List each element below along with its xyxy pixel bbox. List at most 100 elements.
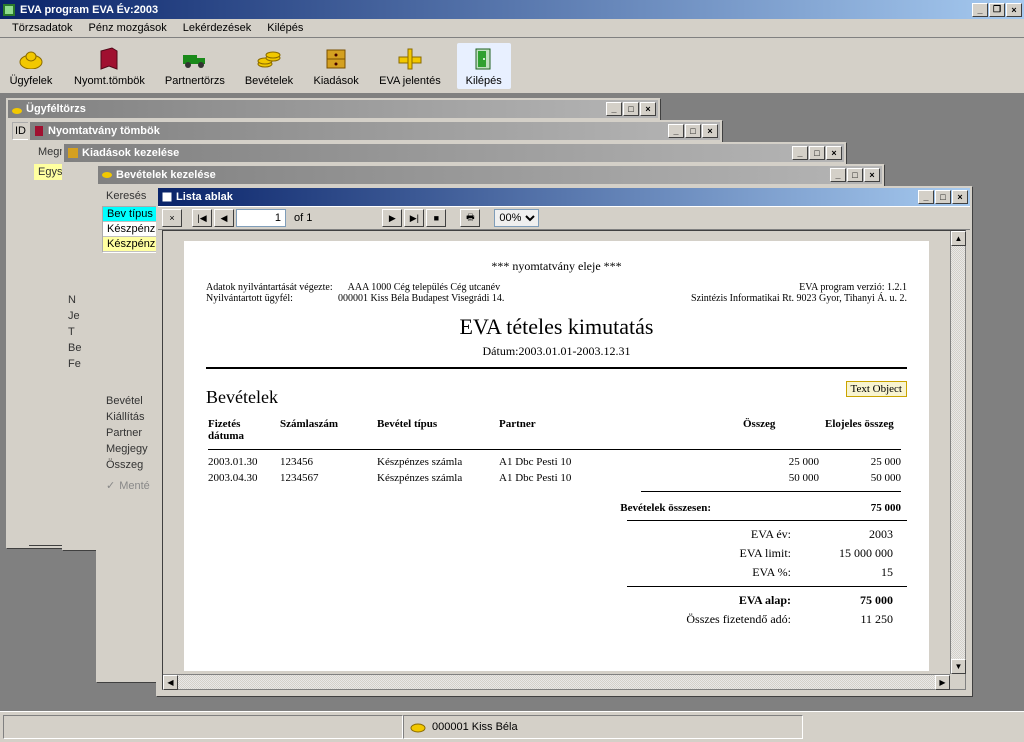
coins-icon [255, 45, 283, 73]
min-button[interactable]: _ [606, 102, 622, 116]
scroll-right-button[interactable]: ▶ [935, 675, 950, 690]
cancel-button[interactable]: × [162, 209, 182, 227]
field-label: Megjegy [102, 441, 160, 457]
report-title: EVA tételes kimutatás [206, 314, 907, 340]
max-button[interactable]: □ [623, 102, 639, 116]
banner: *** nyomtatvány eleje *** [206, 259, 907, 274]
print-button[interactable]: 🖶 [460, 209, 480, 227]
max-button[interactable]: □ [685, 124, 701, 138]
scrollbar-horizontal[interactable]: ◀ ▶ [163, 674, 950, 689]
scroll-up-button[interactable]: ▲ [951, 231, 966, 246]
menu-penz-mozgasok[interactable]: Pénz mozgások [81, 20, 175, 36]
window-title: Bevételek kezelése [114, 169, 830, 181]
text-object-placeholder[interactable]: Text Object [846, 381, 907, 397]
window-lista[interactable]: Lista ablak _□× × |◀ ◀ of 1 ▶ ▶| ■ 🖶 00% [156, 186, 972, 696]
report-icon [160, 190, 174, 204]
app-restore-button[interactable]: ❐ [989, 3, 1005, 17]
eva-alap-label: EVA alap: [674, 592, 803, 609]
save-button[interactable]: ✓ Menté [102, 473, 160, 498]
book-icon [32, 124, 46, 138]
min-button[interactable]: _ [668, 124, 684, 138]
search-label: Keresés [102, 188, 160, 204]
app-icon [2, 3, 16, 17]
tb-kilepes[interactable]: Kilépés [457, 43, 511, 89]
close-button[interactable]: × [952, 190, 968, 204]
close-button[interactable]: × [640, 102, 656, 116]
first-page-button[interactable]: |◀ [192, 209, 212, 227]
tb-label: Kiadások [314, 75, 359, 87]
stop-button[interactable]: ■ [426, 209, 446, 227]
helmet-icon [10, 102, 24, 116]
save-label: Menté [119, 480, 150, 492]
meta-value: AAA 1000 Cég település Cég utcanév [348, 282, 500, 293]
list-item[interactable]: Készpénz [103, 222, 159, 237]
report-viewport: *** nyomtatvány eleje *** Adatok nyilván… [162, 230, 966, 690]
min-button[interactable]: _ [792, 146, 808, 160]
prev-page-button[interactable]: ◀ [214, 209, 234, 227]
meta-label: Adatok nyilvántartását végezte: [206, 282, 333, 293]
side-label: T [64, 324, 94, 340]
max-button[interactable]: □ [809, 146, 825, 160]
tb-kiadasok[interactable]: Kiadások [309, 43, 363, 89]
app-minimize-button[interactable]: _ [972, 3, 988, 17]
meta-value: 000001 Kiss Béla Budapest Visegrádi 14. [338, 293, 504, 304]
meta-value: Szintézis Informatikai Rt. 9023 Gyor, Ti… [691, 293, 907, 304]
mdi-area: Ügyféltörzs _□× ID Nyomtatvány tömbök _□… [0, 94, 1024, 703]
field-label: Partner [102, 425, 160, 441]
tb-nyomttombok[interactable]: Nyomt.tömbök [70, 43, 149, 89]
tb-label: Nyomt.tömbök [74, 75, 145, 87]
sum-label: Bevételek összesen: [208, 498, 741, 515]
drawer-icon [66, 146, 80, 160]
page-input[interactable] [236, 209, 286, 227]
app-close-button[interactable]: × [1006, 3, 1022, 17]
col-header: Bevétel típus [377, 416, 497, 444]
tb-bevetelek[interactable]: Bevételek [241, 43, 297, 89]
scroll-down-button[interactable]: ▼ [951, 659, 966, 674]
status-user-label: 000001 Kiss Béla [432, 721, 518, 733]
col-header: Partner [499, 416, 741, 444]
field-label: Összeg [102, 457, 160, 473]
list-item[interactable]: Készpénz [103, 237, 159, 252]
side-label: N [64, 292, 94, 308]
zoom-select[interactable]: 00% [494, 209, 539, 227]
table-row: 2003.04.301234567Készpénzes számlaA1 Dbc… [208, 471, 905, 485]
tb-label: Partnertörzs [165, 75, 225, 87]
eva-alap-value: 75 000 [805, 592, 905, 609]
app-title: EVA program EVA Év:2003 [16, 4, 972, 16]
close-button[interactable]: × [826, 146, 842, 160]
page-of-label: of 1 [288, 212, 318, 224]
max-button[interactable]: □ [935, 190, 951, 204]
next-page-button[interactable]: ▶ [382, 209, 402, 227]
type-list[interactable]: Bev típus Készpénz Készpénz [102, 206, 160, 253]
statusbar: 000001 Kiss Béla [0, 711, 1024, 742]
scrollbar-vertical[interactable]: ▲ ▼ [950, 231, 965, 674]
meta-label: Nyilvántartott ügyfél: [206, 293, 293, 304]
door-icon [470, 45, 498, 73]
field-label: Kiállítás [102, 409, 160, 425]
sum-value: 75 000 [825, 498, 905, 515]
tb-partnertorzs[interactable]: Partnertörzs [161, 43, 229, 89]
min-button[interactable]: _ [918, 190, 934, 204]
close-button[interactable]: × [702, 124, 718, 138]
menu-kilepes[interactable]: Kilépés [259, 20, 311, 36]
menu-lekerdezesek[interactable]: Lekérdezések [175, 20, 260, 36]
ruler-icon [396, 45, 424, 73]
max-button[interactable]: □ [847, 168, 863, 182]
menubar: Törzsadatok Pénz mozgások Lekérdezések K… [0, 19, 1024, 38]
drawer-icon [322, 45, 350, 73]
tb-ugyfelek[interactable]: Ügyfelek [4, 43, 58, 89]
tb-label: Bevételek [245, 75, 293, 87]
col-header: Fizetés dátuma [208, 416, 278, 444]
side-label: Fe [64, 356, 94, 372]
report-page: *** nyomtatvány eleje *** Adatok nyilván… [184, 241, 929, 671]
scroll-left-button[interactable]: ◀ [163, 675, 178, 690]
side-label: Je [64, 308, 94, 324]
close-button[interactable]: × [864, 168, 880, 182]
last-page-button[interactable]: ▶| [404, 209, 424, 227]
paper-scroll[interactable]: *** nyomtatvány eleje *** Adatok nyilván… [163, 231, 950, 674]
tb-evajelentes[interactable]: EVA jelentés [375, 43, 445, 89]
menu-torzsadatok[interactable]: Törzsadatok [4, 20, 81, 36]
list-item[interactable]: Bev típus [103, 207, 159, 222]
min-button[interactable]: _ [830, 168, 846, 182]
helmet-icon [17, 45, 45, 73]
